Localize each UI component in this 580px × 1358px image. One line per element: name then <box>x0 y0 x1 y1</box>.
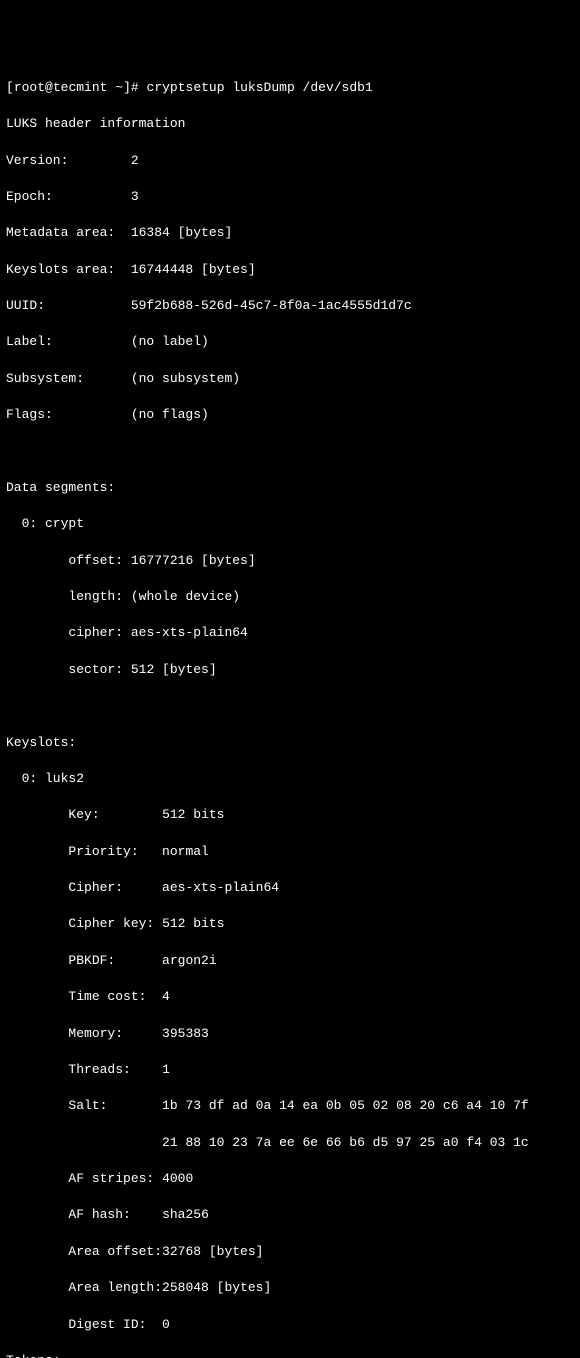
metadata-area-line: Metadata area: 16384 [bytes] <box>6 224 574 242</box>
label-label: Label: <box>6 334 53 349</box>
keyslot-area-offset: Area offset:32768 [bytes] <box>6 1243 574 1261</box>
flags-label: Flags: <box>6 407 53 422</box>
keyslots-area-value: 16744448 [bytes] <box>131 262 256 277</box>
epoch-label: Epoch: <box>6 189 53 204</box>
version-line: Version: 2 <box>6 152 574 170</box>
flags-value: (no flags) <box>131 407 209 422</box>
prompt-host: tecmint <box>53 80 108 95</box>
prompt-symbol: # <box>131 80 139 95</box>
command-text: cryptsetup luksDump /dev/sdb1 <box>147 80 373 95</box>
blank-2 <box>6 697 574 715</box>
label-line: Label: (no label) <box>6 333 574 351</box>
keyslot-key: Key: 512 bits <box>6 806 574 824</box>
segment-offset: offset: 16777216 [bytes] <box>6 552 574 570</box>
subsystem-value: (no subsystem) <box>131 371 240 386</box>
data-segments-entry: 0: crypt <box>6 515 574 533</box>
epoch-line: Epoch: 3 <box>6 188 574 206</box>
keyslot-digest-id: Digest ID: 0 <box>6 1316 574 1334</box>
keyslot-salt-2: 21 88 10 23 7a ee 6e 66 b6 d5 97 25 a0 f… <box>6 1134 574 1152</box>
keyslot-af-hash: AF hash: sha256 <box>6 1206 574 1224</box>
data-segments-title: Data segments: <box>6 479 574 497</box>
prompt-user: root <box>14 80 45 95</box>
metadata-area-label: Metadata area: <box>6 225 115 240</box>
flags-line: Flags: (no flags) <box>6 406 574 424</box>
uuid-value: 59f2b688-526d-45c7-8f0a-1ac4555d1d7c <box>131 298 412 313</box>
version-label: Version: <box>6 153 68 168</box>
keyslot-memory: Memory: 395383 <box>6 1025 574 1043</box>
label-value: (no label) <box>131 334 209 349</box>
keyslot-cipher-key: Cipher key: 512 bits <box>6 915 574 933</box>
keyslot-priority: Priority: normal <box>6 843 574 861</box>
keyslot-cipher: Cipher: aes-xts-plain64 <box>6 879 574 897</box>
subsystem-line: Subsystem: (no subsystem) <box>6 370 574 388</box>
tokens-title: Tokens: <box>6 1352 574 1358</box>
keyslots-area-label: Keyslots area: <box>6 262 115 277</box>
keyslot-salt-1: Salt: 1b 73 df ad 0a 14 ea 0b 05 02 08 2… <box>6 1097 574 1115</box>
keyslot-threads: Threads: 1 <box>6 1061 574 1079</box>
luks-header-title: LUKS header information <box>6 115 574 133</box>
segment-sector: sector: 512 [bytes] <box>6 661 574 679</box>
subsystem-label: Subsystem: <box>6 371 84 386</box>
prompt-line[interactable]: [root@tecmint ~]# cryptsetup luksDump /d… <box>6 79 574 97</box>
prompt-path: ~ <box>115 80 123 95</box>
epoch-value: 3 <box>131 189 139 204</box>
keyslot-pbkdf: PBKDF: argon2i <box>6 952 574 970</box>
uuid-line: UUID: 59f2b688-526d-45c7-8f0a-1ac4555d1d… <box>6 297 574 315</box>
version-value: 2 <box>131 153 139 168</box>
metadata-area-value: 16384 [bytes] <box>131 225 232 240</box>
keyslot-af-stripes: AF stripes: 4000 <box>6 1170 574 1188</box>
segment-cipher: cipher: aes-xts-plain64 <box>6 624 574 642</box>
uuid-label: UUID: <box>6 298 45 313</box>
segment-length: length: (whole device) <box>6 588 574 606</box>
keyslot-time-cost: Time cost: 4 <box>6 988 574 1006</box>
keyslot-area-length: Area length:258048 [bytes] <box>6 1279 574 1297</box>
prompt-close-bracket: ] <box>123 80 131 95</box>
keyslots-area-line: Keyslots area: 16744448 [bytes] <box>6 261 574 279</box>
keyslots-title: Keyslots: <box>6 734 574 752</box>
blank-1 <box>6 443 574 461</box>
prompt-open-bracket: [ <box>6 80 14 95</box>
keyslots-entry: 0: luks2 <box>6 770 574 788</box>
